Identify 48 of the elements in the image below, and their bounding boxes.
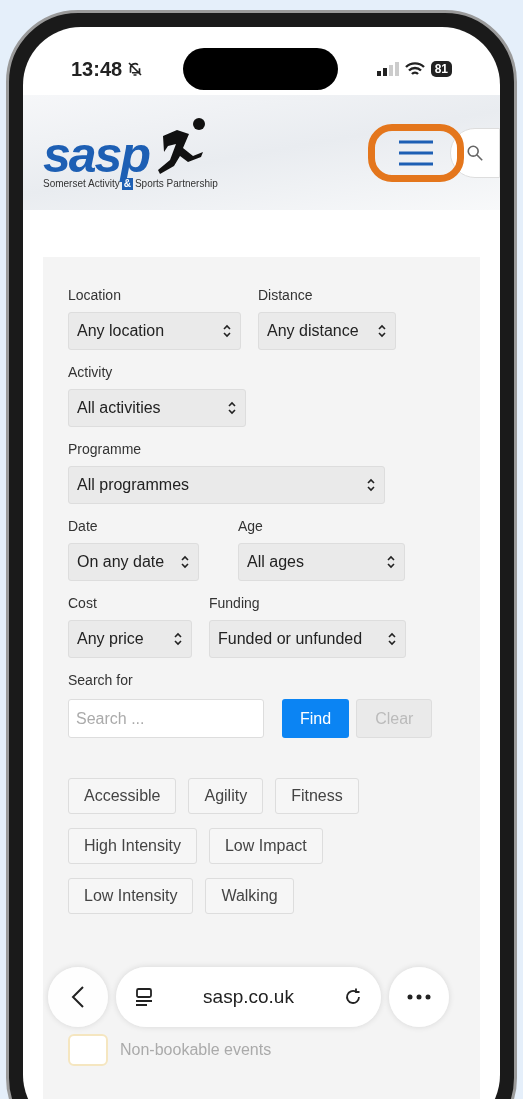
tag-button[interactable]: Accessible (68, 778, 177, 814)
filter-label: Distance (258, 286, 314, 305)
tag-button[interactable]: Low Impact (208, 828, 323, 864)
filter-select[interactable]: Any price (68, 620, 192, 658)
address-bar[interactable]: sasp.co.uk (116, 967, 381, 1027)
filter-select[interactable]: Any distance (258, 312, 396, 350)
tag-button[interactable]: Agility (188, 778, 264, 814)
wifi-icon (404, 61, 425, 77)
filter-label: Programme (68, 440, 143, 459)
tag-button[interactable]: Low Intensity (68, 878, 194, 914)
filter-label: Funding (209, 594, 261, 613)
signal-icon (376, 62, 399, 76)
filter-label: Location (68, 286, 122, 305)
menu-icon (398, 139, 434, 166)
find-button[interactable]: Find (282, 699, 350, 738)
search-icon (466, 143, 484, 162)
chevron-updown-icon (387, 632, 397, 646)
chevron-updown-icon (180, 555, 190, 569)
filter-select[interactable]: All ages (238, 543, 405, 581)
legend-marker-icon (68, 1034, 108, 1066)
filter-select[interactable]: Funded or unfunded (209, 620, 406, 658)
back-icon (71, 985, 85, 1009)
tag-button[interactable]: Walking (205, 878, 294, 914)
url-text: sasp.co.uk (203, 984, 294, 1009)
battery-indicator: 81 (430, 61, 452, 77)
filter-label: Age (238, 517, 264, 536)
reload-icon (343, 987, 363, 1007)
filter-select[interactable]: Any location (68, 312, 241, 350)
filter-label: Date (68, 517, 99, 536)
search-label: Search for (68, 671, 134, 690)
chevron-updown-icon (377, 324, 387, 338)
filter-label: Activity (68, 363, 114, 382)
chevron-updown-icon (366, 478, 376, 492)
tabs-icon (134, 987, 154, 1007)
filter-select[interactable]: On any date (68, 543, 199, 581)
chevron-updown-icon (386, 555, 396, 569)
status-time: 13:48 (71, 57, 123, 82)
tag-button[interactable]: Fitness (275, 778, 359, 814)
filter-select[interactable]: All activities (68, 389, 246, 427)
search-field[interactable]: Search ... (68, 699, 264, 738)
filter-label: Cost (68, 594, 98, 613)
filter-select[interactable]: All programmes (68, 466, 385, 504)
chevron-updown-icon (173, 632, 183, 646)
legend-label: Non-bookable events (120, 1040, 272, 1060)
chevron-updown-icon (222, 324, 232, 338)
tag-button[interactable]: High Intensity (68, 828, 197, 864)
chevron-updown-icon (227, 401, 237, 415)
more-icon (407, 994, 431, 1000)
